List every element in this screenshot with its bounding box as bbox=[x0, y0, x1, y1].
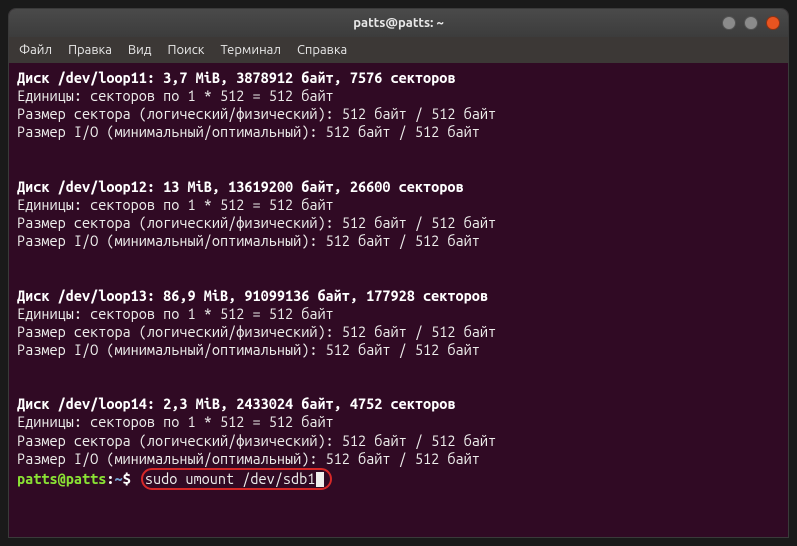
disk-line: Размер I/O (минимальный/оптимальный): 51… bbox=[17, 232, 480, 249]
menu-terminal[interactable]: Терминал bbox=[220, 43, 280, 57]
menu-help[interactable]: Справка bbox=[297, 43, 347, 57]
disk-header: Диск /dev/loop11: 3,7 MiB, 3878912 байт,… bbox=[17, 69, 455, 86]
menu-file[interactable]: Файл bbox=[19, 43, 52, 57]
prompt-user-host: patts@patts bbox=[17, 470, 106, 487]
menu-search[interactable]: Поиск bbox=[167, 43, 204, 57]
terminal-window: patts@patts: ~ Файл Правка Вид Поиск Тер… bbox=[8, 8, 789, 538]
disk-line: Размер I/O (минимальный/оптимальный): 51… bbox=[17, 341, 480, 358]
window-controls bbox=[722, 16, 780, 30]
disk-header: Диск /dev/loop13: 86,9 MiB, 91099136 бай… bbox=[17, 287, 488, 304]
disk-header: Диск /dev/loop14: 2,3 MiB, 2433024 байт,… bbox=[17, 395, 455, 412]
disk-line: Размер сектора (логический/физический): … bbox=[17, 105, 496, 122]
disk-line: Размер сектора (логический/физический): … bbox=[17, 323, 496, 340]
prompt-path: ~ bbox=[114, 470, 122, 487]
disk-line: Единицы: секторов по 1 * 512 = 512 байт bbox=[17, 196, 334, 213]
disk-line: Размер сектора (логический/физический): … bbox=[17, 214, 496, 231]
disk-line: Размер I/O (минимальный/оптимальный): 51… bbox=[17, 123, 480, 140]
minimize-button[interactable] bbox=[722, 16, 736, 30]
command-highlight: sudo umount /dev/sdb1 bbox=[141, 468, 333, 490]
window-title: patts@patts: ~ bbox=[353, 16, 444, 30]
disk-line: Размер I/O (минимальный/оптимальный): 51… bbox=[17, 450, 480, 467]
menu-view[interactable]: Вид bbox=[128, 43, 152, 57]
disk-line: Единицы: секторов по 1 * 512 = 512 байт bbox=[17, 305, 334, 322]
maximize-button[interactable] bbox=[744, 16, 758, 30]
menu-edit[interactable]: Правка bbox=[68, 43, 112, 57]
terminal-output[interactable]: Диск /dev/loop11: 3,7 MiB, 3878912 байт,… bbox=[9, 63, 788, 537]
prompt-dollar: $ bbox=[123, 470, 131, 487]
disk-line: Единицы: секторов по 1 * 512 = 512 байт bbox=[17, 87, 334, 104]
disk-line: Единицы: секторов по 1 * 512 = 512 байт bbox=[17, 413, 334, 430]
disk-header: Диск /dev/loop12: 13 MiB, 13619200 байт,… bbox=[17, 178, 464, 195]
disk-line: Размер сектора (логический/физический): … bbox=[17, 432, 496, 449]
menubar: Файл Правка Вид Поиск Терминал Справка bbox=[9, 37, 788, 63]
cursor-icon bbox=[316, 472, 324, 487]
close-button[interactable] bbox=[766, 16, 780, 30]
command-input[interactable]: sudo umount /dev/sdb1 bbox=[145, 470, 316, 487]
titlebar: patts@patts: ~ bbox=[9, 9, 788, 37]
